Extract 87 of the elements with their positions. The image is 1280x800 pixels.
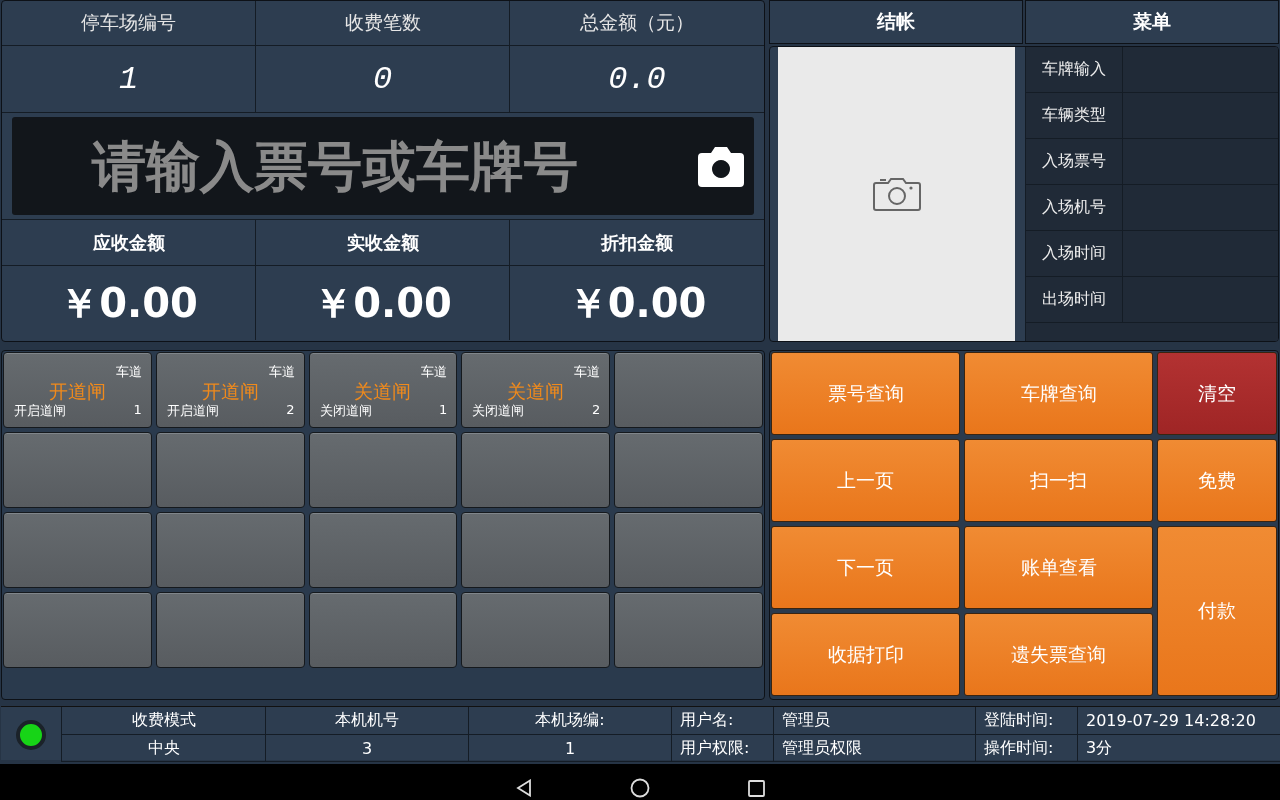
status-label: 用户权限: — [680, 737, 750, 759]
status-value: 中央 — [147, 737, 180, 759]
gate-button[interactable]: 车道 关道闸 关闭道闸 1 — [308, 352, 458, 428]
gate-action: 开道闸 — [200, 379, 260, 404]
blank-button[interactable] — [461, 432, 611, 508]
action-button[interactable]: 车牌查询 — [964, 352, 1153, 435]
lane-number: 1 — [439, 402, 448, 417]
status-label: 本机机号 — [335, 710, 399, 731]
field-label: 入场机号 — [1042, 197, 1106, 218]
lane-number: 2 — [591, 402, 601, 417]
lane-label: 车道 — [574, 363, 601, 381]
blank-button[interactable] — [3, 512, 152, 588]
ticket-input-field[interactable]: 请输入票号或车牌号 — [12, 117, 754, 215]
blank-button[interactable] — [308, 432, 458, 508]
gate-button[interactable]: 车道 开道闸 开启道闸 2 — [155, 352, 305, 428]
status-value: 1 — [564, 738, 576, 758]
blank-button[interactable] — [3, 592, 152, 668]
blank-button[interactable] — [308, 512, 458, 588]
column-header: 总金额（元） — [580, 10, 694, 35]
amount-value: ￥0.00 — [313, 278, 452, 328]
status-value: 2019-07-29 14:28:20 — [1086, 711, 1256, 730]
gate-description: 开启道闸 — [14, 402, 66, 420]
gate-action: 关道闸 — [506, 379, 566, 404]
counter-value: 0 — [372, 60, 393, 98]
action-button[interactable]: 遗失票查询 — [964, 613, 1153, 696]
field-label: 车辆类型 — [1042, 105, 1106, 126]
action-button[interactable]: 上一页 — [771, 439, 960, 522]
camera-icon[interactable] — [698, 145, 744, 187]
blank-button[interactable] — [614, 432, 763, 508]
status-value: 3分 — [1086, 737, 1113, 759]
amount-value: ￥0.00 — [567, 278, 707, 328]
counter-value: 1 — [118, 60, 139, 98]
field-label: 车牌输入 — [1042, 59, 1106, 80]
blank-button[interactable] — [3, 432, 152, 508]
field-label: 出场时间 — [1042, 289, 1106, 310]
status-value: 3 — [361, 738, 373, 758]
lane-label: 车道 — [115, 363, 142, 381]
status-label: 本机场编: — [535, 710, 605, 731]
blank-button[interactable] — [614, 352, 763, 428]
tab[interactable]: 结帐 — [769, 0, 1023, 44]
action-button[interactable]: 账单查看 — [964, 526, 1153, 609]
amount-label: 应收金额 — [92, 230, 165, 255]
action-button[interactable]: 清空 — [1157, 352, 1277, 435]
action-button[interactable]: 扫一扫 — [964, 439, 1153, 522]
gate-description: 开启道闸 — [166, 402, 219, 420]
action-button[interactable]: 免费 — [1157, 439, 1277, 522]
column-header: 收费笔数 — [344, 10, 421, 35]
blank-button[interactable] — [308, 592, 458, 668]
tab[interactable]: 菜单 — [1025, 0, 1279, 44]
blank-button[interactable] — [614, 592, 763, 668]
action-button[interactable]: 收据打印 — [771, 613, 960, 696]
status-label: 操作时间: — [984, 737, 1054, 759]
amount-label: 折扣金额 — [601, 230, 673, 255]
field-label: 入场时间 — [1042, 243, 1106, 264]
status-label: 用户名: — [680, 710, 734, 731]
lane-number: 2 — [286, 402, 295, 417]
amount-value: ￥0.00 — [59, 278, 198, 328]
camera-icon — [872, 176, 921, 212]
gate-action: 关道闸 — [353, 379, 413, 404]
amount-label: 实收金额 — [346, 230, 419, 255]
gate-button[interactable]: 车道 开道闸 开启道闸 1 — [3, 352, 152, 428]
blank-button[interactable] — [155, 592, 305, 668]
lane-label: 车道 — [421, 363, 448, 381]
status-label: 登陆时间: — [984, 710, 1054, 731]
lane-label: 车道 — [268, 363, 295, 381]
status-value: 管理员权限 — [782, 737, 862, 759]
action-button[interactable]: 下一页 — [771, 526, 960, 609]
column-header: 停车场编号 — [81, 10, 176, 35]
blank-button[interactable] — [614, 512, 763, 588]
gate-button[interactable]: 车道 关道闸 关闭道闸 2 — [461, 352, 611, 428]
recent-apps-icon[interactable] — [747, 779, 765, 797]
lane-number: 1 — [133, 402, 142, 417]
counter-value: 0.0 — [608, 60, 666, 98]
gate-description: 关闭道闸 — [472, 402, 525, 420]
field-label: 入场票号 — [1042, 151, 1106, 172]
status-label: 收费模式 — [131, 710, 196, 731]
blank-button[interactable] — [155, 432, 305, 508]
gate-description: 关闭道闸 — [319, 402, 372, 420]
blank-button[interactable] — [461, 592, 611, 668]
blank-button[interactable] — [461, 512, 611, 588]
action-button[interactable]: 票号查询 — [771, 352, 960, 435]
action-button[interactable]: 付款 — [1157, 526, 1277, 696]
blank-button[interactable] — [155, 512, 305, 588]
status-value: 管理员 — [782, 710, 830, 731]
home-icon[interactable] — [629, 778, 650, 798]
gate-action: 开道闸 — [47, 379, 107, 404]
back-icon[interactable] — [515, 779, 532, 797]
